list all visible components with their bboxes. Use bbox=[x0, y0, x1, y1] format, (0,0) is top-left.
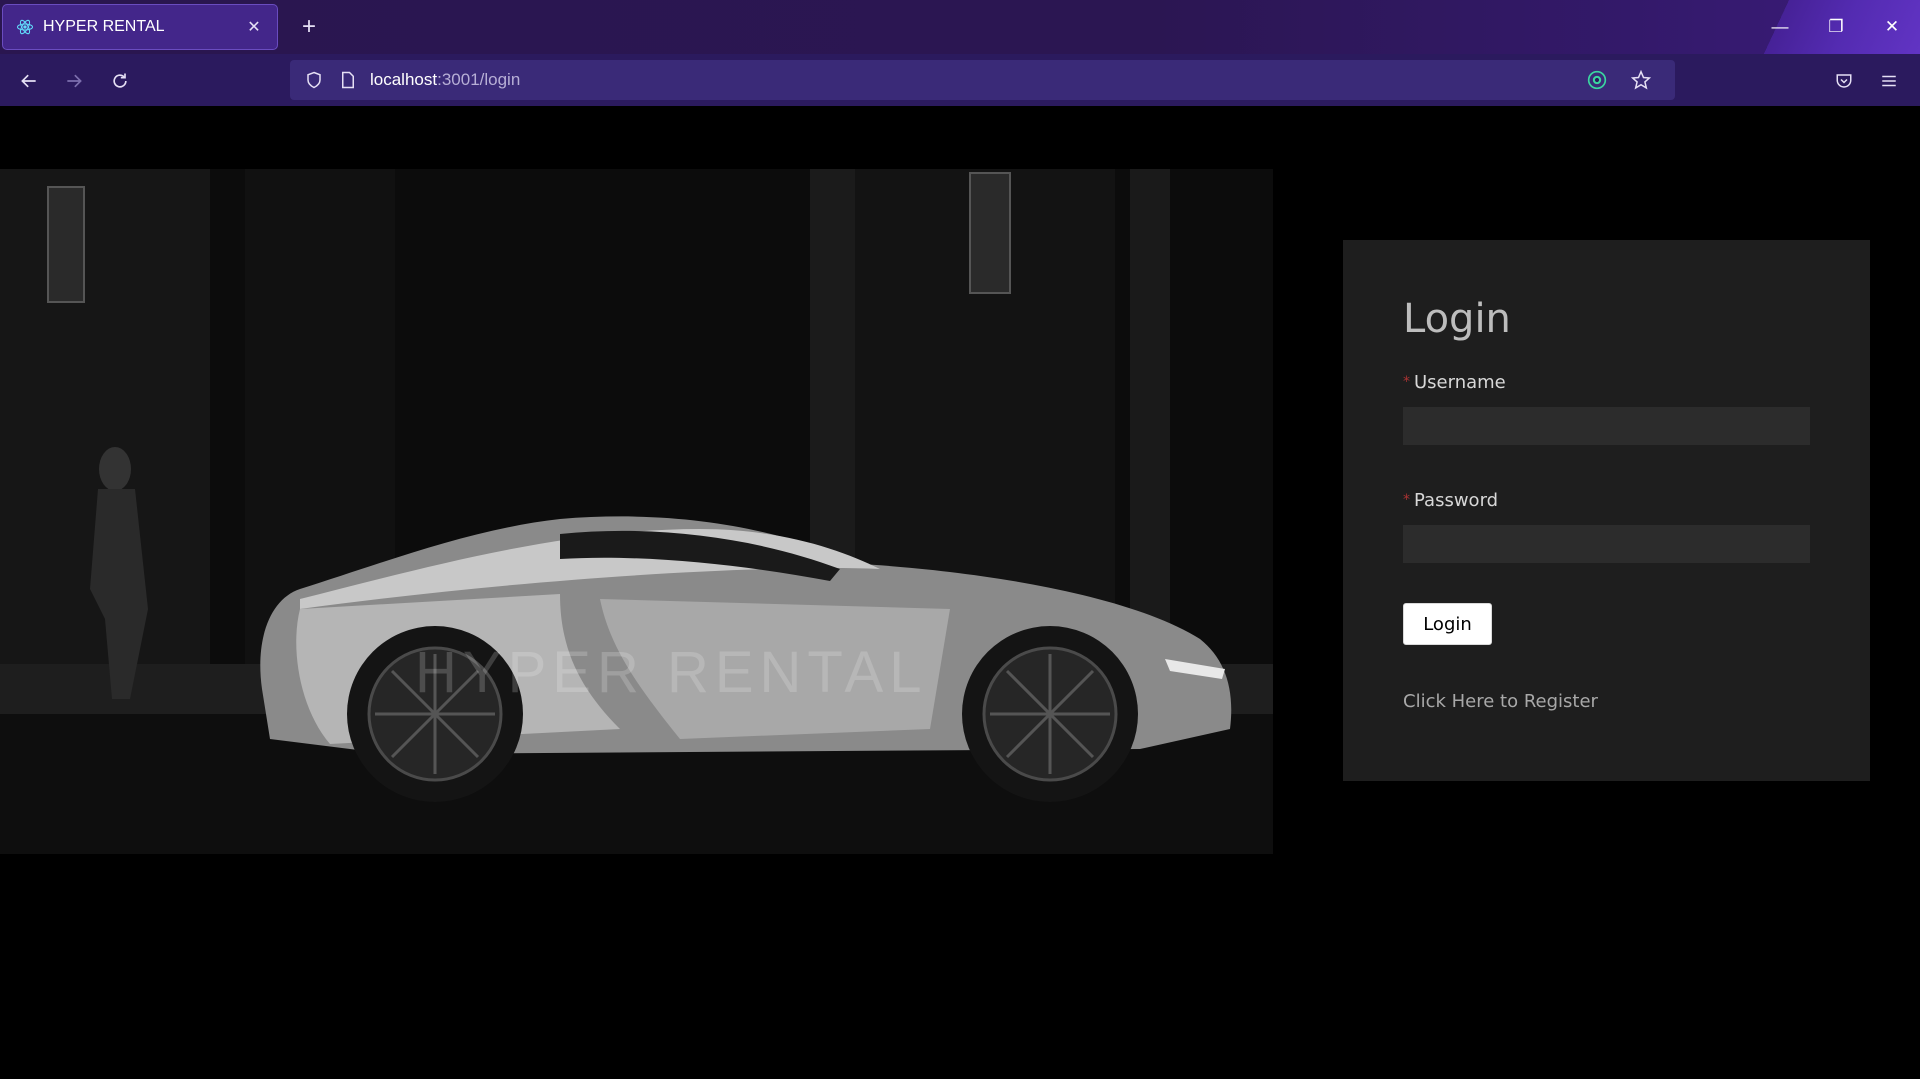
forward-arrow-icon[interactable] bbox=[57, 64, 91, 98]
minimize-icon[interactable]: — bbox=[1752, 0, 1808, 54]
shield-icon[interactable] bbox=[302, 68, 326, 92]
password-label: * Password bbox=[1403, 490, 1810, 511]
username-label-text: Username bbox=[1414, 372, 1506, 393]
brand-watermark: HYPER RENTAL bbox=[415, 640, 928, 705]
browser-tab-bar: HYPER RENTAL ✕ + — ❐ ✕ bbox=[0, 0, 1920, 54]
page-icon[interactable] bbox=[336, 68, 360, 92]
menu-icon[interactable] bbox=[1872, 64, 1906, 98]
hero-car-image: HYPER RENTAL bbox=[0, 169, 1273, 854]
extension-icon[interactable] bbox=[1585, 68, 1609, 92]
username-label: * Username bbox=[1403, 372, 1810, 393]
required-mark: * bbox=[1403, 374, 1410, 390]
back-arrow-icon[interactable] bbox=[12, 64, 46, 98]
address-bar[interactable]: localhost:3001/login bbox=[290, 60, 1675, 100]
close-icon[interactable]: ✕ bbox=[243, 17, 265, 37]
tab-title: HYPER RENTAL bbox=[43, 18, 165, 35]
reload-icon[interactable] bbox=[103, 64, 137, 98]
register-link[interactable]: Click Here to Register bbox=[1403, 691, 1810, 712]
browser-nav-bar: localhost:3001/login bbox=[0, 54, 1920, 106]
password-input[interactable] bbox=[1403, 525, 1810, 563]
restore-icon[interactable]: ❐ bbox=[1808, 0, 1864, 54]
password-label-text: Password bbox=[1414, 490, 1499, 511]
url-host: localhost bbox=[370, 70, 438, 89]
username-input[interactable] bbox=[1403, 407, 1810, 445]
plus-icon[interactable]: + bbox=[294, 12, 324, 42]
browser-tab-active[interactable]: HYPER RENTAL ✕ bbox=[2, 4, 278, 50]
pocket-icon[interactable] bbox=[1827, 64, 1861, 98]
required-mark: * bbox=[1403, 492, 1410, 508]
react-icon bbox=[15, 17, 35, 37]
close-window-icon[interactable]: ✕ bbox=[1864, 0, 1920, 54]
login-card: Login * Username * Password Login Click He… bbox=[1343, 240, 1870, 781]
star-icon[interactable] bbox=[1629, 68, 1653, 92]
login-title: Login bbox=[1403, 296, 1511, 342]
page-content: HYPER RENTAL Login * Username * Password L… bbox=[0, 106, 1920, 1079]
login-button[interactable]: Login bbox=[1403, 603, 1492, 645]
url-path: :3001/login bbox=[437, 70, 521, 89]
